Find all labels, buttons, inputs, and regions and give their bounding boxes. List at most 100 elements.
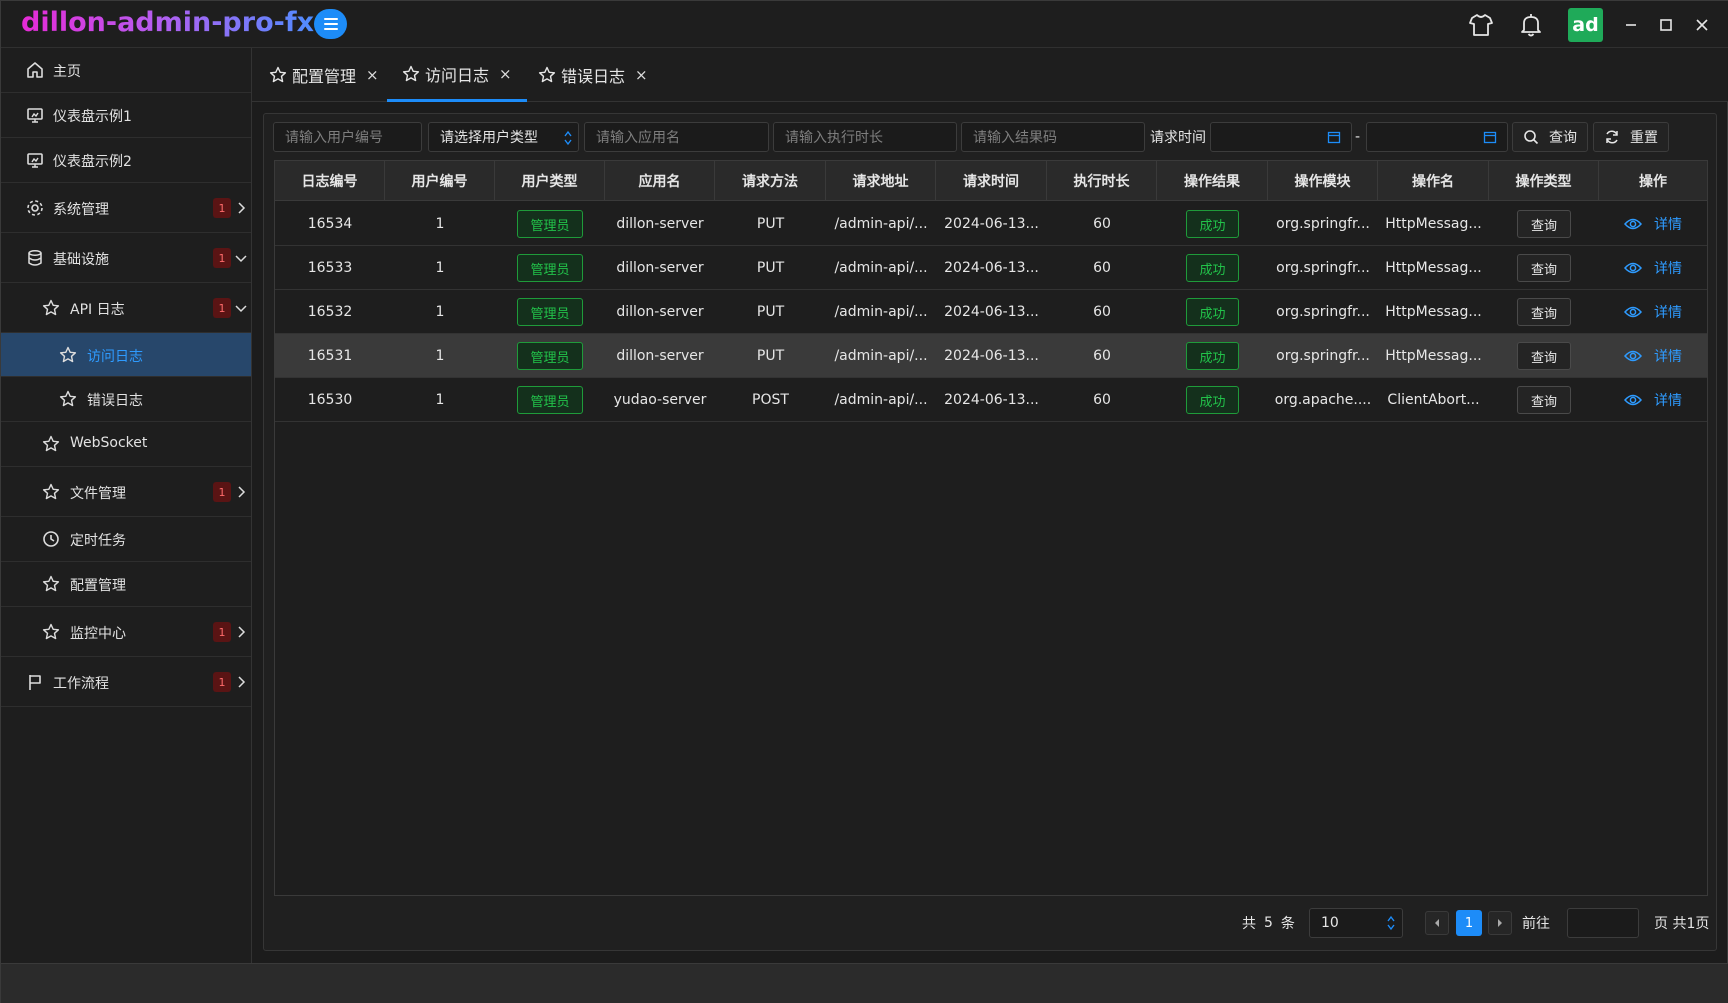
next-page-button[interactable] [1488, 911, 1512, 935]
reset-button[interactable]: 重置 [1593, 122, 1669, 152]
chevron-left-icon [1433, 918, 1441, 928]
start-date-picker[interactable] [1210, 122, 1352, 152]
cell-module: org.springfr... [1276, 348, 1370, 364]
star-icon [41, 574, 61, 594]
detail-link[interactable]: 详情 [1624, 346, 1682, 366]
column-header[interactable]: 操作类型 [1489, 161, 1599, 201]
page-number-button[interactable]: 1 [1456, 910, 1482, 936]
sidebar-item-monitor[interactable]: 监控中心 1 [1, 607, 251, 657]
column-header[interactable]: 日志编号 [275, 161, 385, 201]
sidebar-item-websocket[interactable]: WebSocket [1, 422, 251, 467]
sidebar-item-home[interactable]: 主页 [1, 48, 251, 93]
sidebar-item-file[interactable]: 文件管理 1 [1, 467, 251, 517]
cell-name: ClientAbort... [1387, 392, 1480, 408]
cell-app: dillon-server [616, 348, 704, 364]
sidebar-item-dashboard2[interactable]: 仪表盘示例2 [1, 138, 251, 183]
cell-name: HttpMessag... [1385, 260, 1482, 276]
notification-button[interactable] [1515, 9, 1547, 41]
tab-error-log[interactable]: 错误日志 × [538, 48, 648, 102]
sidebar-item-api-log[interactable]: API 日志 1 [1, 283, 251, 333]
search-button[interactable]: 查询 [1512, 122, 1588, 152]
tab-config[interactable]: 配置管理 × [269, 48, 379, 102]
result-code-input[interactable]: 请输入结果码 [961, 122, 1145, 152]
cell-op-type: 查询 [1489, 290, 1599, 334]
prev-page-button[interactable] [1425, 911, 1449, 935]
tab-access-log[interactable]: 访问日志 × [387, 48, 527, 102]
end-date-picker[interactable] [1366, 122, 1508, 152]
column-header[interactable]: 用户类型 [495, 161, 605, 201]
title-bar: dillon-admin-pro-fx ad [1, 1, 1728, 48]
cell-name: HttpMessag... [1385, 348, 1482, 364]
count-badge: 1 [213, 248, 231, 268]
tab-label: 访问日志 [425, 65, 490, 85]
user-id-input[interactable]: 请输入用户编号 [273, 122, 422, 152]
app-name-input[interactable]: 请输入应用名 [584, 122, 769, 152]
sidebar-item-dashboard1[interactable]: 仪表盘示例1 [1, 93, 251, 138]
menu-toggle-button[interactable] [314, 9, 347, 39]
detail-link[interactable]: 详情 [1624, 390, 1682, 410]
column-header[interactable]: 请求地址 [826, 161, 936, 201]
table-row[interactable]: 16533 1 管理员 dillon-server PUT/admin-api/... 2… [275, 246, 1707, 290]
sidebar-item-system[interactable]: 系统管理 1 [1, 183, 251, 233]
total-suffix: 条 [1280, 916, 1295, 932]
cell-action: 详情 [1599, 202, 1707, 246]
table-row[interactable]: 16534 1 管理员 dillon-server PUT/admin-api/... 2… [275, 202, 1707, 246]
close-tab-icon[interactable]: × [635, 66, 648, 84]
cell-result: 成功 [1157, 334, 1268, 378]
sidebar-item-access-log[interactable]: 访问日志 [1, 333, 251, 377]
column-header[interactable]: 操作名 [1378, 161, 1489, 201]
column-header[interactable]: 应用名 [605, 161, 715, 201]
cell-url: /admin-api/... [834, 260, 928, 276]
sidebar-item-infra[interactable]: 基础设施 1 [1, 233, 251, 283]
sidebar-item-workflow[interactable]: 工作流程 1 [1, 657, 251, 707]
goto-page-input[interactable] [1567, 908, 1639, 938]
detail-link[interactable]: 详情 [1624, 258, 1682, 278]
table-row[interactable]: 16532 1 管理员 dillon-server PUT/admin-api/... 2… [275, 290, 1707, 334]
eye-icon [1624, 217, 1648, 231]
column-header[interactable]: 执行时长 [1047, 161, 1157, 201]
maximize-button[interactable] [1652, 11, 1680, 39]
column-header[interactable]: 请求方法 [715, 161, 826, 201]
cell-time: 2024-06-13... [944, 216, 1039, 232]
close-tab-icon[interactable]: × [499, 65, 512, 83]
chevron-right-icon [234, 675, 248, 689]
cell-op-type: 查询 [1489, 334, 1599, 378]
detail-link[interactable]: 详情 [1624, 302, 1682, 322]
minimize-button[interactable] [1617, 11, 1645, 39]
avatar[interactable]: ad [1568, 8, 1603, 42]
theme-button[interactable] [1465, 9, 1497, 41]
star-icon [58, 389, 78, 409]
op-type-tag: 查询 [1517, 342, 1571, 370]
total-prefix: 共 [1242, 916, 1256, 932]
cell-user-id: 1 [435, 392, 445, 408]
page-size-select[interactable]: 10 [1309, 908, 1403, 938]
column-header[interactable]: 操作 [1599, 161, 1707, 201]
table-row[interactable]: 16530 1 管理员 yudao-server POST/admin-api/... 2… [275, 378, 1707, 422]
tab-label: 配置管理 [292, 67, 357, 86]
detail-link[interactable]: 详情 [1624, 214, 1682, 234]
flag-icon [25, 672, 45, 692]
table-row[interactable]: 16531 1 管理员 dillon-server PUT/admin-api/... 2… [275, 334, 1707, 378]
access-log-table: 日志编号 用户编号 用户类型 应用名 请求方法 请求地址 请求时间 执行时长 操… [274, 160, 1708, 896]
close-window-button[interactable] [1688, 11, 1716, 39]
maximize-icon [1659, 18, 1673, 32]
reset-button-label: 重置 [1630, 130, 1658, 146]
column-header[interactable]: 操作模块 [1268, 161, 1378, 201]
sidebar: 主页 仪表盘示例1 仪表盘示例2 系统管理 1 基础设施 1 API 日志 1 [1, 48, 252, 963]
column-header[interactable]: 用户编号 [385, 161, 495, 201]
column-header[interactable]: 操作结果 [1157, 161, 1268, 201]
duration-input[interactable]: 请输入执行时长 [773, 122, 957, 152]
sidebar-item-error-log[interactable]: 错误日志 [1, 377, 251, 422]
column-header[interactable]: 请求时间 [936, 161, 1047, 201]
count-badge: 1 [213, 622, 231, 642]
bell-icon [1518, 12, 1544, 38]
cell-duration: 60 [1093, 260, 1111, 276]
cell-result: 成功 [1157, 290, 1268, 334]
chevron-down-icon [234, 301, 248, 315]
close-tab-icon[interactable]: × [366, 66, 379, 84]
sidebar-item-label: 基础设施 [53, 252, 109, 268]
sidebar-item-scheduled[interactable]: 定时任务 [1, 517, 251, 562]
sidebar-item-config[interactable]: 配置管理 [1, 562, 251, 607]
user-type-select[interactable]: 请选择用户类型 [428, 122, 579, 152]
detail-link-label: 详情 [1654, 349, 1682, 365]
